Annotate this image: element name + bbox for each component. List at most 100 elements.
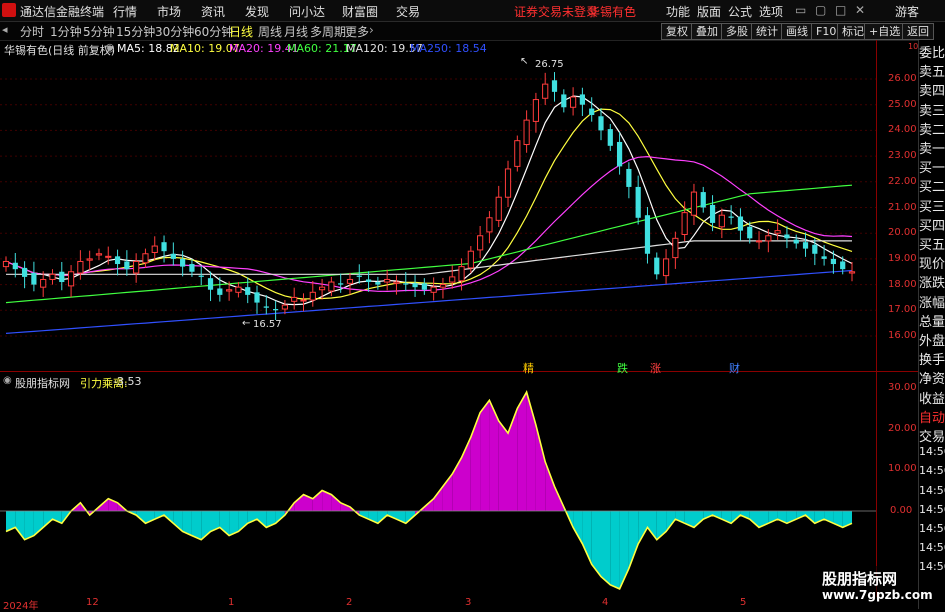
candle-body[interactable] [579, 94, 585, 105]
candle-body[interactable] [654, 257, 660, 275]
candle-body[interactable] [281, 304, 289, 310]
menu-trade[interactable]: 交易 [396, 3, 420, 20]
candle-body[interactable] [561, 94, 567, 108]
candle-body[interactable] [226, 289, 233, 292]
menu-news[interactable]: 资讯 [201, 3, 225, 20]
candle-body[interactable] [821, 256, 827, 259]
side-panel-item[interactable]: 卖三 [919, 100, 945, 119]
nav-back-icon[interactable]: ◂ [2, 23, 8, 36]
candle-body[interactable] [12, 262, 18, 270]
candle-body[interactable] [328, 281, 335, 292]
side-panel-item[interactable]: 外盘 [919, 330, 945, 349]
candle-body[interactable] [346, 278, 354, 284]
candle-body[interactable] [690, 191, 698, 216]
stats-button[interactable]: 统计 [751, 23, 783, 40]
candle-body[interactable] [747, 226, 753, 239]
candle-body[interactable] [86, 258, 93, 261]
adjust-button[interactable]: 复权 [661, 23, 693, 40]
candle-body[interactable] [765, 235, 772, 242]
candle-body[interactable] [365, 279, 372, 283]
candle-body[interactable] [486, 217, 493, 233]
period-weekly[interactable]: 周线 [258, 23, 282, 40]
side-panel-item[interactable]: 卖一 [919, 138, 945, 157]
candle-body[interactable] [467, 250, 474, 269]
side-panel-item[interactable]: 买五 [919, 234, 945, 253]
window-restore-icon[interactable]: ▢ [815, 3, 826, 17]
candle-body[interactable] [709, 204, 716, 223]
side-panel-item[interactable]: 14:56 [919, 464, 945, 477]
candle-body[interactable] [774, 230, 781, 234]
candle-body[interactable] [840, 261, 846, 270]
candle-body[interactable] [626, 168, 632, 187]
chevron-right-icon[interactable]: › [369, 23, 374, 37]
menu-function[interactable]: 功能 [666, 3, 690, 20]
period-30min[interactable]: 30分钟 [155, 23, 194, 40]
multi-stock-button[interactable]: 多股 [721, 23, 753, 40]
candle-body[interactable] [245, 287, 251, 295]
candle-body[interactable] [254, 292, 260, 303]
overlay-button[interactable]: 叠加 [691, 23, 723, 40]
candle-body[interactable] [569, 96, 577, 108]
candle-body[interactable] [830, 258, 837, 265]
window-close-icon[interactable]: ✕ [855, 3, 865, 17]
side-panel-item[interactable]: 14:56 [919, 541, 945, 554]
candle-body[interactable] [151, 245, 158, 253]
kline-chart[interactable] [0, 40, 918, 597]
side-panel-item[interactable]: 买三 [919, 196, 945, 215]
candle-body[interactable] [616, 141, 623, 167]
candle-body[interactable] [180, 258, 186, 267]
candle-body[interactable] [848, 271, 856, 274]
candle-body[interactable] [644, 215, 651, 254]
candle-body[interactable] [105, 255, 112, 258]
menu-wealth[interactable]: 财富圈 [342, 3, 378, 20]
candle-body[interactable] [812, 244, 818, 254]
pane-divider[interactable] [0, 371, 918, 372]
candle-body[interactable] [551, 80, 558, 92]
candle-body[interactable] [542, 83, 549, 99]
side-panel-item[interactable]: 卖二 [919, 119, 945, 138]
candle-body[interactable] [161, 242, 167, 252]
period-60min[interactable]: 60分钟 [194, 23, 233, 40]
candle-body[interactable] [49, 273, 56, 280]
candle-body[interactable] [235, 286, 242, 293]
candle-body[interactable] [728, 216, 734, 218]
menu-options[interactable]: 选项 [759, 3, 783, 20]
side-panel-item[interactable]: 14:56 [919, 560, 945, 573]
candle-body[interactable] [31, 273, 37, 285]
candle-body[interactable] [21, 267, 28, 277]
candle-body[interactable] [793, 239, 799, 244]
candle-body[interactable] [170, 253, 176, 259]
side-panel-item[interactable]: 14:56 [919, 484, 945, 497]
side-panel-item[interactable]: 总量 [919, 311, 945, 330]
candle-body[interactable] [477, 235, 484, 251]
candle-body[interactable] [403, 283, 409, 285]
candle-body[interactable] [273, 309, 279, 311]
trade-login-warning[interactable]: 证券交易未登录 [514, 3, 598, 20]
candle-body[interactable] [589, 108, 595, 115]
candle-body[interactable] [449, 276, 456, 283]
side-panel-item[interactable]: 交易 [919, 426, 945, 445]
period-5min[interactable]: 5分钟 [83, 23, 115, 40]
candle-body[interactable] [2, 260, 10, 268]
side-panel-item[interactable]: 卖五 [919, 61, 945, 80]
candle-body[interactable] [217, 288, 223, 295]
side-panel-item[interactable]: 买二 [919, 176, 945, 195]
side-panel-item[interactable]: 买四 [919, 215, 945, 234]
menu-quotes[interactable]: 行情 [113, 3, 137, 20]
candle-body[interactable] [421, 283, 427, 290]
candle-body[interactable] [189, 264, 195, 272]
candle-body[interactable] [300, 299, 307, 302]
candle-body[interactable] [412, 283, 418, 288]
side-panel-item[interactable]: 委比 [919, 42, 945, 61]
side-panel-item[interactable]: 收益 [919, 388, 945, 407]
candle-body[interactable] [681, 212, 688, 235]
candle-body[interactable] [737, 216, 744, 231]
side-panel-item[interactable]: 14:56 [919, 445, 945, 458]
candle-body[interactable] [114, 256, 121, 265]
candle-body[interactable] [635, 186, 641, 218]
candle-body[interactable] [338, 283, 344, 285]
window-min-icon[interactable]: ▭ [795, 3, 806, 17]
candle-body[interactable] [309, 291, 316, 301]
candle-body[interactable] [67, 271, 75, 287]
window-max-icon[interactable]: □ [835, 3, 846, 17]
